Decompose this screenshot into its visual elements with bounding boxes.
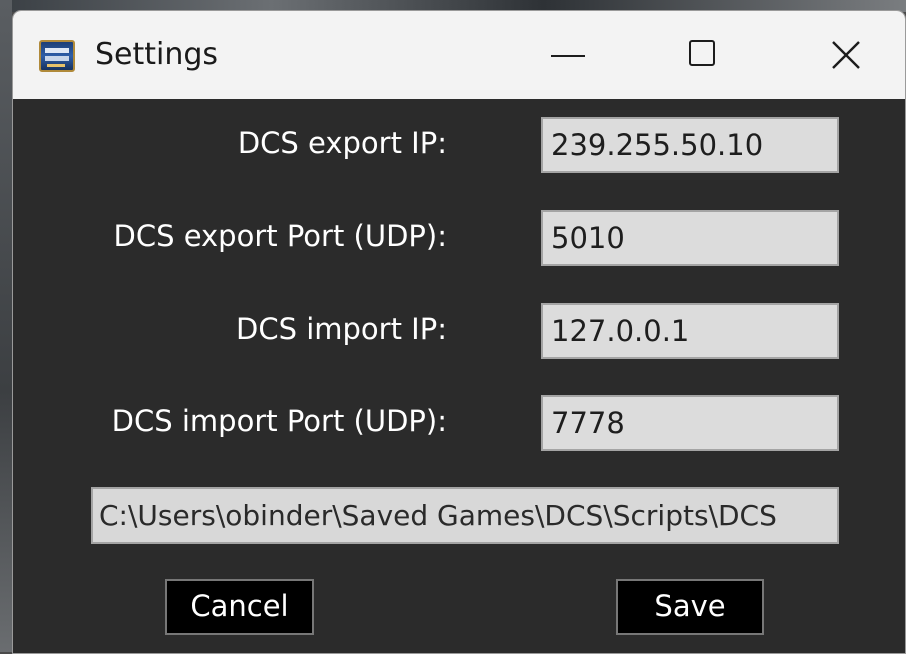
title-bar[interactable]: Settings [13,11,905,99]
export-ip-input[interactable]: 239.255.50.10 [541,117,839,173]
export-port-input[interactable]: 5010 [541,210,839,266]
window-title: Settings [95,37,219,72]
scripts-path-input[interactable]: C:\Users\obinder\Saved Games\DCS\Scripts… [91,487,839,544]
desktop-background-left [0,0,12,652]
export-port-label: DCS export Port (UDP): [113,219,447,253]
dcs-app-icon [39,40,75,72]
settings-window: Settings DCS export IP: 239.255.50.10 DC… [12,10,906,654]
close-icon [832,41,860,69]
export-ip-label: DCS export IP: [237,126,447,160]
minimize-button[interactable] [533,29,603,83]
import-ip-label: DCS import IP: [236,312,447,346]
save-button[interactable]: Save [616,579,764,635]
import-port-input[interactable]: 7778 [541,395,839,451]
maximize-button[interactable] [669,29,739,83]
minimize-icon [551,55,585,57]
maximize-icon [689,40,715,66]
cancel-button[interactable]: Cancel [165,579,314,635]
close-button[interactable] [811,29,881,83]
import-port-label: DCS import Port (UDP): [111,404,447,438]
import-ip-input[interactable]: 127.0.0.1 [541,303,839,359]
